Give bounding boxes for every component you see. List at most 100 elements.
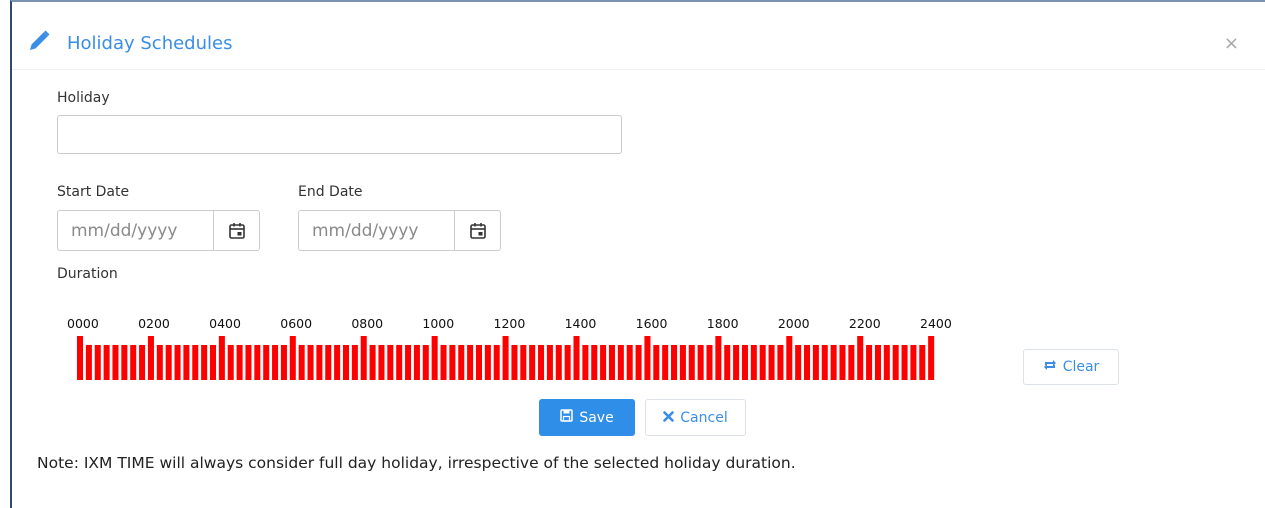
duration-slot-bar[interactable] bbox=[334, 345, 341, 380]
duration-slot-bar[interactable] bbox=[688, 345, 695, 380]
duration-slot-bar[interactable] bbox=[812, 345, 819, 380]
duration-slot-bar[interactable] bbox=[77, 336, 84, 380]
duration-slot-bar[interactable] bbox=[192, 345, 199, 380]
duration-slot-bar[interactable] bbox=[422, 345, 429, 380]
duration-slot-bar[interactable] bbox=[475, 345, 482, 380]
duration-slot-bar[interactable] bbox=[529, 345, 536, 380]
duration-slot-bar[interactable] bbox=[325, 345, 332, 380]
duration-slot-bar[interactable] bbox=[635, 345, 642, 380]
duration-slot-bar[interactable] bbox=[715, 336, 722, 380]
duration-slot-bar[interactable] bbox=[139, 345, 146, 380]
duration-slot-bar[interactable] bbox=[910, 345, 917, 380]
duration-slot-bar[interactable] bbox=[94, 345, 101, 380]
duration-slot-bar[interactable] bbox=[147, 336, 154, 380]
duration-slot-bar[interactable] bbox=[520, 345, 527, 380]
duration-slot-bar[interactable] bbox=[564, 345, 571, 380]
duration-slot-bar[interactable] bbox=[582, 345, 589, 380]
duration-slot-bar[interactable] bbox=[458, 345, 465, 380]
duration-slot-bar[interactable] bbox=[671, 345, 678, 380]
duration-slot-bar[interactable] bbox=[901, 345, 908, 380]
duration-slot-bar[interactable] bbox=[892, 345, 899, 380]
holiday-input[interactable] bbox=[57, 115, 622, 154]
duration-slot-bar[interactable] bbox=[866, 345, 873, 380]
duration-slot-bar[interactable] bbox=[741, 345, 748, 380]
duration-slot-bar[interactable] bbox=[857, 336, 864, 380]
duration-slot-bar[interactable] bbox=[662, 345, 669, 380]
duration-slot-bar[interactable] bbox=[103, 345, 110, 380]
duration-slot-bar[interactable] bbox=[502, 336, 509, 380]
duration-slot-bar[interactable] bbox=[538, 345, 545, 380]
duration-slot-bar[interactable] bbox=[697, 345, 704, 380]
duration-bar-selector[interactable] bbox=[77, 335, 937, 380]
duration-slot-bar[interactable] bbox=[573, 336, 580, 380]
duration-slot-bar[interactable] bbox=[555, 345, 562, 380]
duration-slot-bar[interactable] bbox=[165, 345, 172, 380]
duration-slot-bar[interactable] bbox=[768, 345, 775, 380]
duration-slot-bar[interactable] bbox=[174, 345, 181, 380]
duration-slot-bar[interactable] bbox=[130, 345, 137, 380]
duration-slot-bar[interactable] bbox=[201, 345, 208, 380]
duration-slot-bar[interactable] bbox=[440, 345, 447, 380]
duration-slot-bar[interactable] bbox=[396, 345, 403, 380]
duration-slot-bar[interactable] bbox=[387, 345, 394, 380]
duration-slot-bar[interactable] bbox=[759, 345, 766, 380]
cancel-button[interactable]: Cancel bbox=[645, 399, 746, 436]
calendar-icon[interactable] bbox=[213, 211, 259, 250]
duration-slot-bar[interactable] bbox=[848, 345, 855, 380]
duration-slot-bar[interactable] bbox=[750, 345, 757, 380]
clear-button[interactable]: Clear bbox=[1023, 349, 1119, 385]
duration-slot-bar[interactable] bbox=[804, 345, 811, 380]
duration-slot-bar[interactable] bbox=[156, 345, 163, 380]
duration-slot-bar[interactable] bbox=[449, 345, 456, 380]
duration-slot-bar[interactable] bbox=[795, 345, 802, 380]
duration-slot-bar[interactable] bbox=[272, 345, 279, 380]
duration-slot-bar[interactable] bbox=[351, 345, 358, 380]
duration-slot-bar[interactable] bbox=[467, 345, 474, 380]
duration-slot-bar[interactable] bbox=[209, 345, 217, 380]
duration-slot-bar[interactable] bbox=[254, 345, 261, 380]
duration-slot-bar[interactable] bbox=[733, 345, 740, 380]
save-button[interactable]: Save bbox=[539, 399, 635, 436]
duration-slot-bar[interactable] bbox=[316, 345, 323, 380]
duration-slot-bar[interactable] bbox=[227, 345, 234, 380]
duration-slot-bar[interactable] bbox=[369, 345, 376, 380]
duration-slot-bar[interactable] bbox=[724, 345, 731, 380]
duration-slot-bar[interactable] bbox=[121, 345, 128, 380]
duration-slot-bar[interactable] bbox=[786, 336, 793, 380]
duration-slot-bar[interactable] bbox=[591, 345, 598, 380]
duration-slot-bar[interactable] bbox=[679, 345, 686, 380]
duration-slot-bar[interactable] bbox=[484, 345, 491, 380]
duration-slot-bar[interactable] bbox=[706, 345, 713, 380]
duration-slot-bar[interactable] bbox=[821, 345, 828, 380]
duration-slot-bar[interactable] bbox=[360, 336, 367, 380]
duration-slot-bar[interactable] bbox=[653, 345, 660, 380]
duration-slot-bar[interactable] bbox=[378, 345, 385, 380]
calendar-icon[interactable] bbox=[454, 211, 500, 250]
duration-slot-bar[interactable] bbox=[600, 345, 607, 380]
duration-slot-bar[interactable] bbox=[644, 336, 651, 380]
duration-slot-bar[interactable] bbox=[874, 345, 881, 380]
duration-slot-bar[interactable] bbox=[413, 345, 420, 380]
duration-slot-bar[interactable] bbox=[298, 345, 305, 380]
duration-slot-bar[interactable] bbox=[236, 345, 243, 380]
duration-slot-bar[interactable] bbox=[112, 345, 119, 380]
duration-slot-bar[interactable] bbox=[919, 345, 926, 380]
duration-slot-bar[interactable] bbox=[546, 345, 553, 380]
duration-slot-bar[interactable] bbox=[777, 345, 784, 380]
start-date-field[interactable]: mm/dd/yyyy bbox=[57, 210, 260, 251]
duration-slot-bar[interactable] bbox=[218, 336, 225, 380]
close-icon[interactable]: × bbox=[1224, 33, 1239, 54]
duration-slot-bar[interactable] bbox=[307, 345, 314, 380]
duration-slot-bar[interactable] bbox=[245, 345, 252, 380]
duration-slot-bar[interactable] bbox=[830, 345, 837, 380]
end-date-field[interactable]: mm/dd/yyyy bbox=[298, 210, 501, 251]
duration-slot-bar[interactable] bbox=[626, 345, 633, 380]
duration-slot-bar[interactable] bbox=[431, 336, 438, 380]
duration-slot-bar[interactable] bbox=[928, 336, 935, 380]
duration-slot-bar[interactable] bbox=[883, 345, 890, 380]
duration-slot-bar[interactable] bbox=[839, 345, 846, 380]
duration-slot-bar[interactable] bbox=[405, 345, 412, 380]
duration-slot-bar[interactable] bbox=[342, 345, 350, 380]
duration-slot-bar[interactable] bbox=[280, 345, 287, 380]
duration-slot-bar[interactable] bbox=[511, 345, 518, 380]
